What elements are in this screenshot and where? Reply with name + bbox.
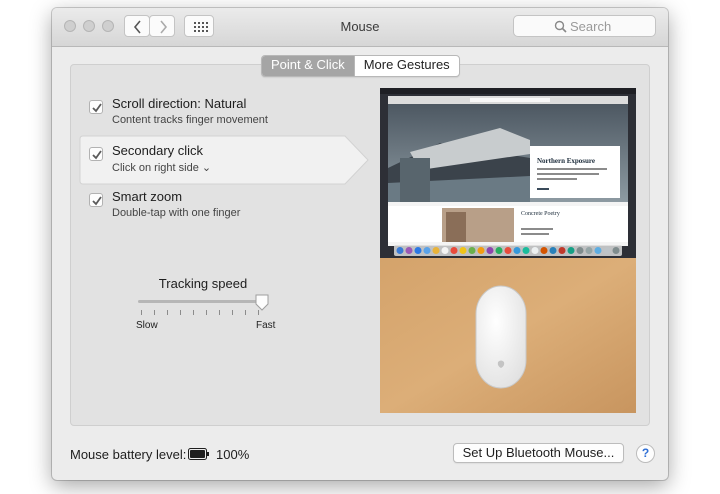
tab-point-and-click[interactable]: Point & Click [262, 56, 354, 76]
search-field[interactable]: Search [513, 15, 656, 37]
battery-icon [188, 448, 209, 460]
tab-bar: Point & Click More Gestures [261, 55, 460, 77]
checkmark-icon [92, 150, 102, 160]
option-smart-zoom[interactable]: Smart zoom Double-tap with one finger [80, 183, 350, 229]
preview-article-title: Northern Exposure [537, 157, 596, 165]
option-subtitle: Content tracks finger movement [112, 114, 268, 126]
search-icon [554, 20, 567, 33]
slider-tick [141, 310, 142, 315]
tracking-speed-slider[interactable] [138, 300, 264, 303]
option-title: Secondary click [112, 143, 204, 158]
option-subtitle: Double-tap with one finger [112, 207, 241, 219]
preview-illustration [380, 88, 636, 413]
tracking-speed-label: Tracking speed [158, 276, 248, 291]
secondary-click-side-dropdown[interactable]: Click on right side ⌄ [112, 161, 211, 174]
gesture-preview-image: Northern Exposure Concrete Poetry [380, 88, 636, 413]
slider-tick [180, 310, 181, 315]
slider-min-label: Slow [136, 320, 158, 331]
option-title: Scroll direction: Natural [112, 96, 247, 111]
slider-tick [219, 310, 220, 315]
option-secondary-click[interactable]: Secondary click Click on right side ⌄ [80, 137, 350, 183]
preview-article2-title: Concrete Poetry [521, 211, 560, 217]
slider-tick [193, 310, 194, 315]
slider-tick [154, 310, 155, 315]
smart-zoom-checkbox[interactable] [89, 193, 103, 207]
battery-level-label: Mouse battery level: [70, 447, 187, 462]
search-placeholder: Search [570, 19, 612, 34]
battery-percentage: 100% [216, 447, 250, 462]
slider-tick [167, 310, 168, 315]
slider-tick [245, 310, 246, 315]
option-scroll-direction[interactable]: Scroll direction: Natural Content tracks… [80, 90, 350, 136]
slider-thumb[interactable] [255, 294, 269, 312]
secondary-click-checkbox[interactable] [89, 147, 103, 161]
option-title: Smart zoom [112, 189, 183, 204]
title-bar: Mouse Search [52, 8, 668, 47]
slider-tick [232, 310, 233, 315]
scroll-direction-checkbox[interactable] [89, 100, 103, 114]
mouse-preferences-window: Mouse Search Point & Click More Gestures… [52, 8, 668, 480]
tab-more-gestures[interactable]: More Gestures [353, 56, 459, 76]
slider-max-label: Fast [256, 320, 276, 331]
set-up-bluetooth-mouse-button[interactable]: Set Up Bluetooth Mouse... [453, 443, 624, 463]
help-button[interactable]: ? [636, 444, 655, 463]
slider-tick [206, 310, 207, 315]
checkmark-icon [92, 196, 102, 206]
checkmark-icon [92, 103, 102, 113]
